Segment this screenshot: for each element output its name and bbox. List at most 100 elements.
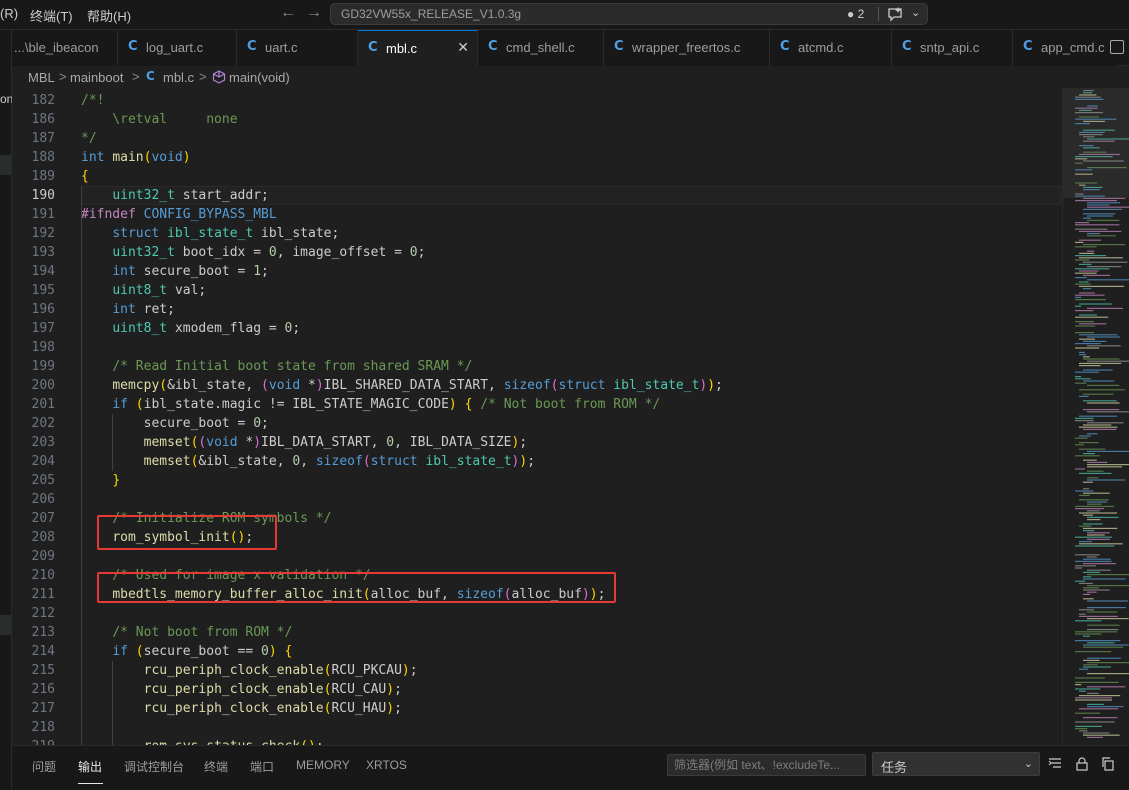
code-line[interactable]: 217 rcu_periph_clock_enable(RCU_HAU); [12,699,1062,718]
minimap-line [1079,263,1092,265]
minimap-line [1079,323,1107,325]
copy-icon[interactable] [1100,756,1116,772]
line-number: 186 [31,112,55,127]
code-line[interactable]: 219 rom_sys_status_check(); [12,737,1062,745]
minimap-line [1083,659,1100,661]
c-file-icon: C [614,39,624,54]
separator [878,7,879,21]
code-line[interactable]: 196 int ret; [12,300,1062,319]
line-number: 190 [31,188,55,203]
tab-ble-ibeacon[interactable]: ...\ble_ibeacon [12,30,118,66]
minimap-line [1079,338,1096,340]
lock-icon[interactable] [1074,756,1090,772]
tab-uart[interactable]: C uart.c [237,30,358,66]
code-line[interactable]: 190 uint32_t start_addr; [12,186,1062,205]
code-line[interactable]: 202 secure_boot = 0; [12,414,1062,433]
minimap[interactable] [1062,88,1129,745]
code-line[interactable]: 187 */ [12,129,1062,148]
code-line[interactable]: 212 [12,604,1062,623]
minimap-line [1083,514,1093,516]
code-line[interactable]: 214 if (secure_boot == 0) { [12,642,1062,661]
arrow-left-icon[interactable]: ← [280,4,296,22]
menu-terminal[interactable]: 终端(T) [30,6,73,25]
code-editor[interactable]: 182 /*! 186 \retval none 187 */ 188 int main(v… [12,88,1062,745]
breadcrumb-folder[interactable]: mainboot [70,70,123,85]
panel-tab-ports[interactable]: 端口 [250,758,274,775]
code-line[interactable]: 203 memset((void *)IBL_DATA_START, 0, IB… [12,433,1062,452]
minimap-line [1087,736,1103,738]
code-line[interactable]: 200 memcpy(&ibl_state, (void *)IBL_SHARE… [12,376,1062,395]
tab-cmd-shell[interactable]: C cmd_shell.c [478,30,604,66]
chat-icon[interactable] [886,5,904,23]
menu-help[interactable]: 帮助(H) [87,6,131,25]
code-line[interactable]: 188 int main(void) [12,148,1062,167]
code-line[interactable]: 218 [12,718,1062,737]
minimap-line [1075,417,1094,419]
tab-atcmd[interactable]: C atcmd.c [770,30,892,66]
code-line[interactable]: 195 uint8_t val; [12,281,1062,300]
minimap-slider[interactable] [1063,88,1129,198]
tab-sntp-api[interactable]: C sntp_api.c [892,30,1013,66]
filter-input[interactable] [668,755,865,775]
list-filter-icon[interactable] [1047,756,1063,772]
tab-log-uart[interactable]: C log_uart.c [118,30,237,66]
indent-guide [112,661,113,745]
minimap-line [1087,503,1102,505]
code-line[interactable]: 186 \retval none [12,110,1062,129]
code-text: uint32_t start_addr; [112,188,269,203]
code-line[interactable]: 199 /* Read Initial boot state from shar… [12,357,1062,376]
code-line[interactable]: 192 struct ibl_state_t ibl_state; [12,224,1062,243]
line-number: 206 [31,492,55,507]
panel-tab-xrtos[interactable]: XRTOS [366,758,407,772]
panel-tab-memory[interactable]: MEMORY [296,758,350,772]
code-line[interactable]: 205 } [12,471,1062,490]
panel-tab-terminal[interactable]: 终端 [204,758,228,775]
panel-tab-problems[interactable]: 问题 [32,758,56,775]
breadcrumb-root[interactable]: MBL [28,70,55,85]
code-text: */ [81,131,97,146]
code-line[interactable]: 213 /* Not boot from ROM */ [12,623,1062,642]
line-number: 193 [31,245,55,260]
chevron-down-icon[interactable]: ⌄ [911,6,920,19]
breadcrumb-file[interactable]: mbl.c [163,70,194,85]
code-line[interactable]: 201 if (ibl_state.magic != IBL_STATE_MAG… [12,395,1062,414]
code-text: #ifndef CONFIG_BYPASS_MBL [81,207,277,222]
minimap-line [1083,244,1126,246]
minimap-line [1087,345,1121,347]
minimap-line [1075,536,1113,538]
code-line[interactable]: 191 #ifndef CONFIG_BYPASS_MBL [12,205,1062,224]
arrow-right-icon[interactable]: → [306,4,322,22]
code-line[interactable]: 204 memset(&ibl_state, 0, sizeof(struct … [12,452,1062,471]
code-line[interactable]: 215 rcu_periph_clock_enable(RCU_PKCAU); [12,661,1062,680]
code-line[interactable]: 189 { [12,167,1062,186]
minimap-line [1075,283,1091,285]
line-number: 218 [31,720,55,735]
panel-tab-output[interactable]: 输出 [78,758,102,775]
notification-count[interactable]: ● 2 [847,7,864,21]
code-line[interactable]: 193 uint32_t boot_idx = 0, image_offset … [12,243,1062,262]
code-line[interactable]: 194 int secure_boot = 1; [12,262,1062,281]
minimap-line [1079,690,1086,692]
code-line[interactable]: 216 rcu_periph_clock_enable(RCU_CAU); [12,680,1062,699]
minimap-line [1075,420,1094,422]
code-line[interactable]: 197 uint8_t xmodem_flag = 0; [12,319,1062,338]
minimap-line [1087,532,1110,534]
line-number: 203 [31,435,55,450]
panel-tab-debug-console[interactable]: 调试控制台 [124,758,184,775]
minimap-line [1083,578,1126,580]
minimap-line [1087,461,1108,463]
menu-partial[interactable]: (R) [0,6,18,21]
save-all-icon[interactable] [1110,40,1124,54]
breadcrumb-symbol[interactable]: main(void) [229,70,290,85]
minimap-line [1079,389,1125,391]
command-center-search[interactable]: GD32VW55x_RELEASE_V1.0.3g ● 2 ⌄ [330,3,928,25]
tab-wrapper-freertos[interactable]: C wrapper_freertos.c [604,30,770,66]
code-line[interactable]: 206 [12,490,1062,509]
close-icon[interactable]: ✕ [457,39,469,56]
chevron-right-icon: > [132,69,140,84]
code-line[interactable]: 198 [12,338,1062,357]
tab-app-cmd[interactable]: C app_cmd.c [1013,30,1117,66]
tab-mbl[interactable]: C mbl.c ✕ [358,30,478,66]
code-line[interactable]: 182 /*! [12,91,1062,110]
output-channel-select[interactable]: 任务 ⌄ [872,752,1040,776]
